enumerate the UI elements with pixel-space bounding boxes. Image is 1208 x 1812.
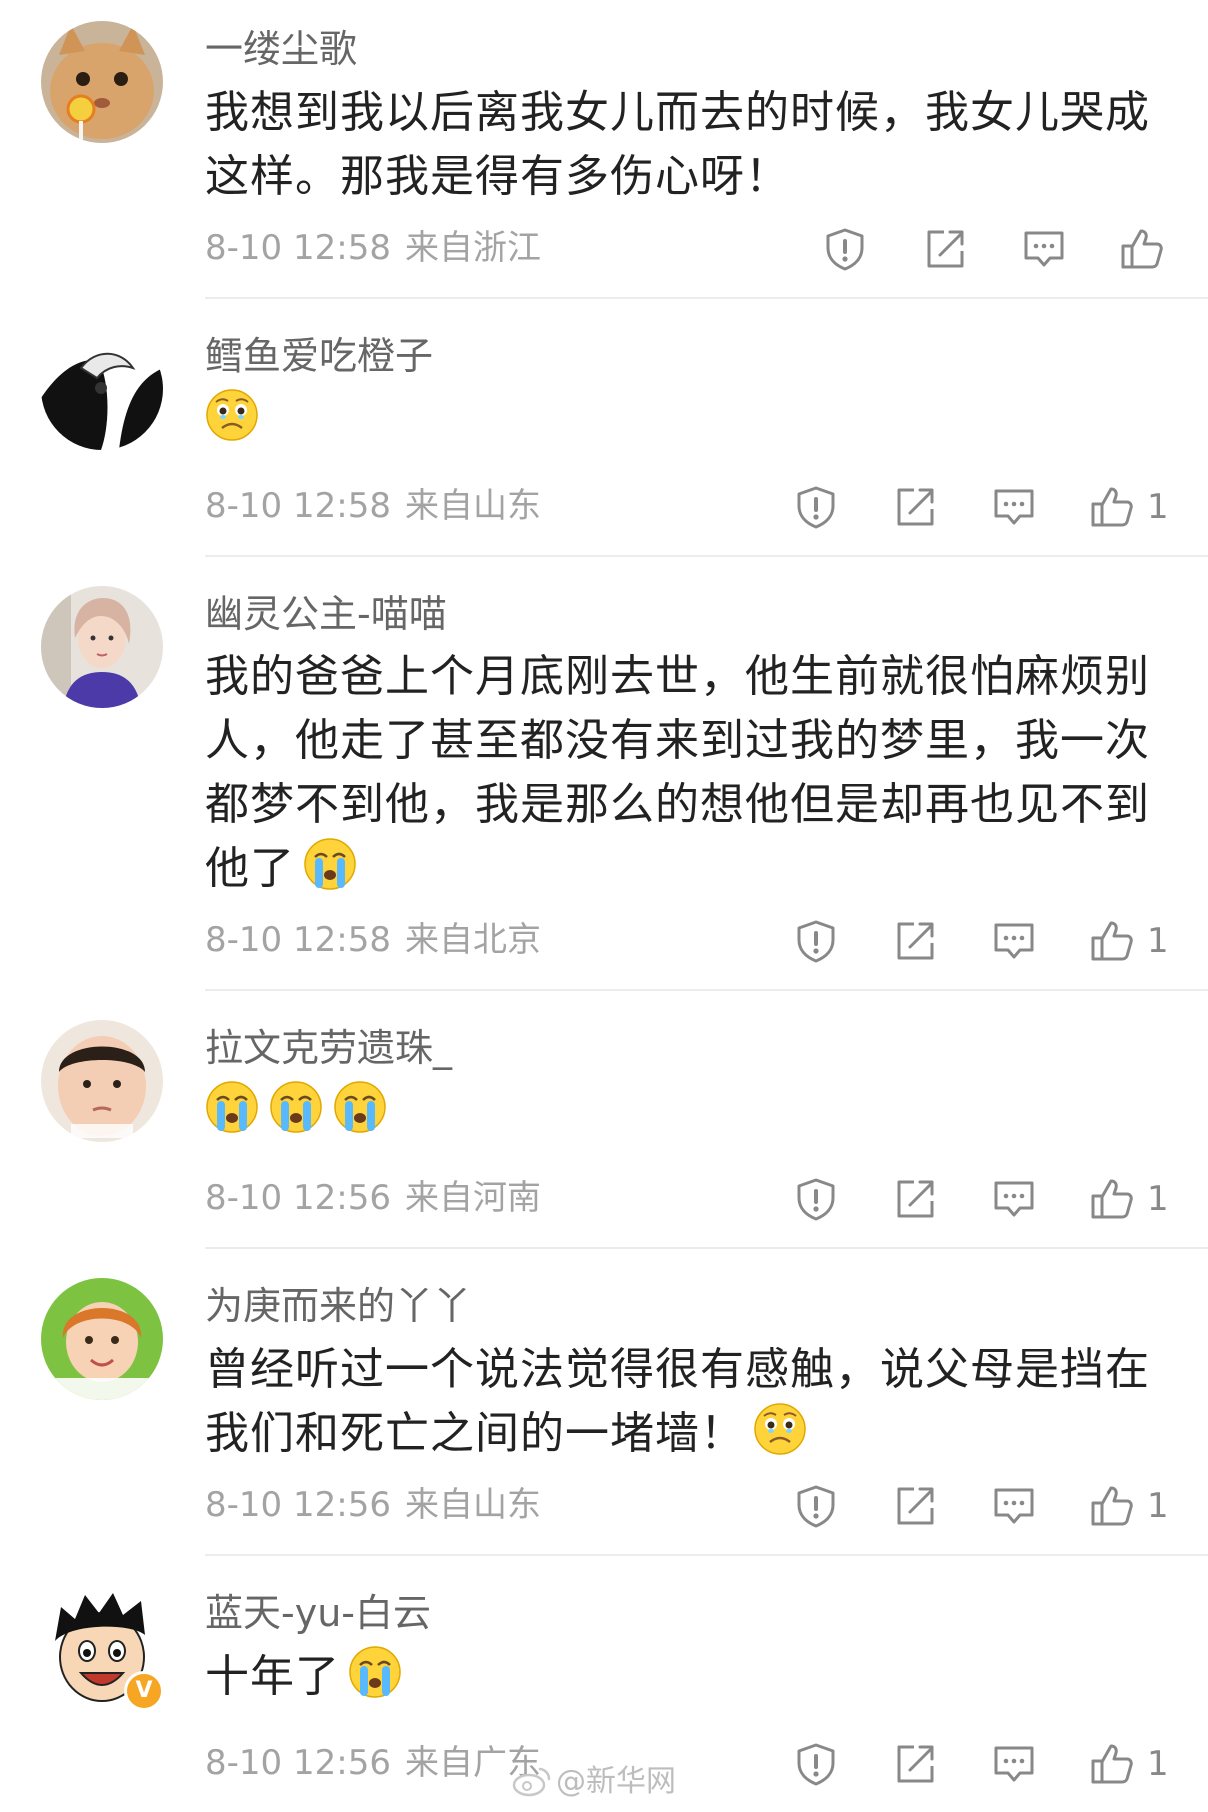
comment-text: 我想到我以后离我女儿而去的时候，我女儿哭成 这样。那我是得有多伤心呀！ xyxy=(205,81,1150,209)
shield-exclamation-icon[interactable] xyxy=(822,226,868,272)
watermark: @新华网 xyxy=(512,1762,676,1802)
crying-face-emoji xyxy=(348,1645,402,1699)
share-icon[interactable] xyxy=(892,1741,938,1787)
comment-text-line: 我的爸爸上个月底刚去世，他生前就很怕麻烦别 xyxy=(205,651,1150,702)
shield-exclamation-icon[interactable] xyxy=(793,1176,839,1222)
comment-meta: 8-10 12:58 来自北京 xyxy=(205,918,541,962)
comment-location: 来自山东 xyxy=(404,486,541,526)
comment-text: 十年了 xyxy=(205,1645,1145,1709)
comment-meta: 8-10 12:56 来自山东 xyxy=(205,1483,541,1527)
like-count: 1 xyxy=(1147,921,1169,961)
like-count: 1 xyxy=(1147,1486,1169,1526)
comment-text: 曾经听过一个说法觉得很有感触，说父母是挡在 我们和死亡之间的一堵墙！ xyxy=(205,1338,1150,1466)
comment-text xyxy=(205,1080,1145,1144)
thumbs-up-icon[interactable] xyxy=(1089,1741,1135,1787)
sad-face-emoji xyxy=(205,388,259,442)
comment-location: 来自河南 xyxy=(404,1178,541,1218)
comment-meta: 8-10 12:56 来自广东 xyxy=(205,1741,541,1785)
comment-text-line: 我们和死亡之间的一堵墙！ xyxy=(205,1408,745,1459)
comment-location: 来自浙江 xyxy=(404,228,541,268)
avatar[interactable] xyxy=(41,586,163,708)
thumbs-up-icon[interactable] xyxy=(1089,1483,1135,1529)
comment-text-line: 我想到我以后离我女儿而去的时候，我女儿哭成 xyxy=(205,87,1150,138)
verified-badge: V xyxy=(124,1671,164,1711)
comment-text-line: 他了 xyxy=(205,843,295,894)
divider xyxy=(205,555,1208,557)
divider xyxy=(205,1247,1208,1249)
share-icon[interactable] xyxy=(922,226,968,272)
username[interactable]: 一缕尘歌 xyxy=(205,24,357,74)
thumbs-up-icon[interactable] xyxy=(1119,226,1165,272)
avatar[interactable] xyxy=(41,328,163,450)
divider xyxy=(205,1554,1208,1556)
share-icon[interactable] xyxy=(892,1483,938,1529)
avatar[interactable] xyxy=(41,1278,163,1400)
comment-text-line: 都梦不到他，我是那么的想他但是却再也见不到 xyxy=(205,779,1150,830)
comment-text-line: 十年了 xyxy=(205,1651,340,1702)
weibo-logo-icon xyxy=(512,1765,552,1797)
divider xyxy=(205,297,1208,299)
comment-icon[interactable] xyxy=(991,484,1037,530)
comment-icon[interactable] xyxy=(991,1741,1037,1787)
shield-exclamation-icon[interactable] xyxy=(793,918,839,964)
shield-exclamation-icon[interactable] xyxy=(793,1483,839,1529)
comment-location: 来自北京 xyxy=(404,920,541,960)
comment-location: 来自山东 xyxy=(404,1485,541,1525)
share-icon[interactable] xyxy=(892,484,938,530)
comment-text xyxy=(205,388,1145,452)
shield-exclamation-icon[interactable] xyxy=(793,1741,839,1787)
comment-text: 我的爸爸上个月底刚去世，他生前就很怕麻烦别 人，他走了甚至都没有来到过我的梦里，… xyxy=(205,645,1150,901)
thumbs-up-icon[interactable] xyxy=(1089,918,1135,964)
username[interactable]: 鳕鱼爱吃橙子 xyxy=(205,331,433,381)
crying-face-emoji xyxy=(205,1080,259,1134)
comment-icon[interactable] xyxy=(991,1483,1037,1529)
like-count: 1 xyxy=(1147,1744,1169,1784)
comment-time: 8-10 12:56 xyxy=(205,1178,391,1218)
username[interactable]: 蓝天-yu-白云 xyxy=(205,1588,431,1638)
comment-text-line: 人，他走了甚至都没有来到过我的梦里，我一次 xyxy=(205,715,1150,766)
shield-exclamation-icon[interactable] xyxy=(793,484,839,530)
thumbs-up-icon[interactable] xyxy=(1089,1176,1135,1222)
like-count: 1 xyxy=(1147,487,1169,527)
divider xyxy=(205,989,1208,991)
avatar[interactable] xyxy=(41,1020,163,1142)
comment-meta: 8-10 12:58 来自山东 xyxy=(205,484,541,528)
comment-time: 8-10 12:58 xyxy=(205,228,391,268)
crying-face-emoji xyxy=(303,837,357,891)
comment-time: 8-10 12:58 xyxy=(205,486,391,526)
username[interactable]: 幽灵公主-喵喵 xyxy=(205,589,447,639)
comment-time: 8-10 12:56 xyxy=(205,1485,391,1525)
comment-icon[interactable] xyxy=(1021,226,1067,272)
comment-time: 8-10 12:56 xyxy=(205,1743,391,1783)
comment-meta: 8-10 12:56 来自河南 xyxy=(205,1176,541,1220)
watermark-text: @新华网 xyxy=(556,1764,676,1799)
username[interactable]: 拉文克劳遗珠_ xyxy=(205,1023,452,1073)
comment-text-line: 这样。那我是得有多伤心呀！ xyxy=(205,151,790,202)
comment-icon[interactable] xyxy=(991,918,1037,964)
crying-face-emoji xyxy=(333,1080,387,1134)
like-count: 1 xyxy=(1147,1179,1169,1219)
sad-face-emoji xyxy=(753,1402,807,1456)
thumbs-up-icon[interactable] xyxy=(1089,484,1135,530)
comment-icon[interactable] xyxy=(991,1176,1037,1222)
comment-text-line: 曾经听过一个说法觉得很有感触，说父母是挡在 xyxy=(205,1344,1150,1395)
comment-time: 8-10 12:58 xyxy=(205,920,391,960)
crying-face-emoji xyxy=(269,1080,323,1134)
avatar[interactable] xyxy=(41,21,163,143)
comment-meta: 8-10 12:58 来自浙江 xyxy=(205,226,541,270)
share-icon[interactable] xyxy=(892,918,938,964)
username[interactable]: 为庚而来的丫丫 xyxy=(205,1281,471,1331)
share-icon[interactable] xyxy=(892,1176,938,1222)
